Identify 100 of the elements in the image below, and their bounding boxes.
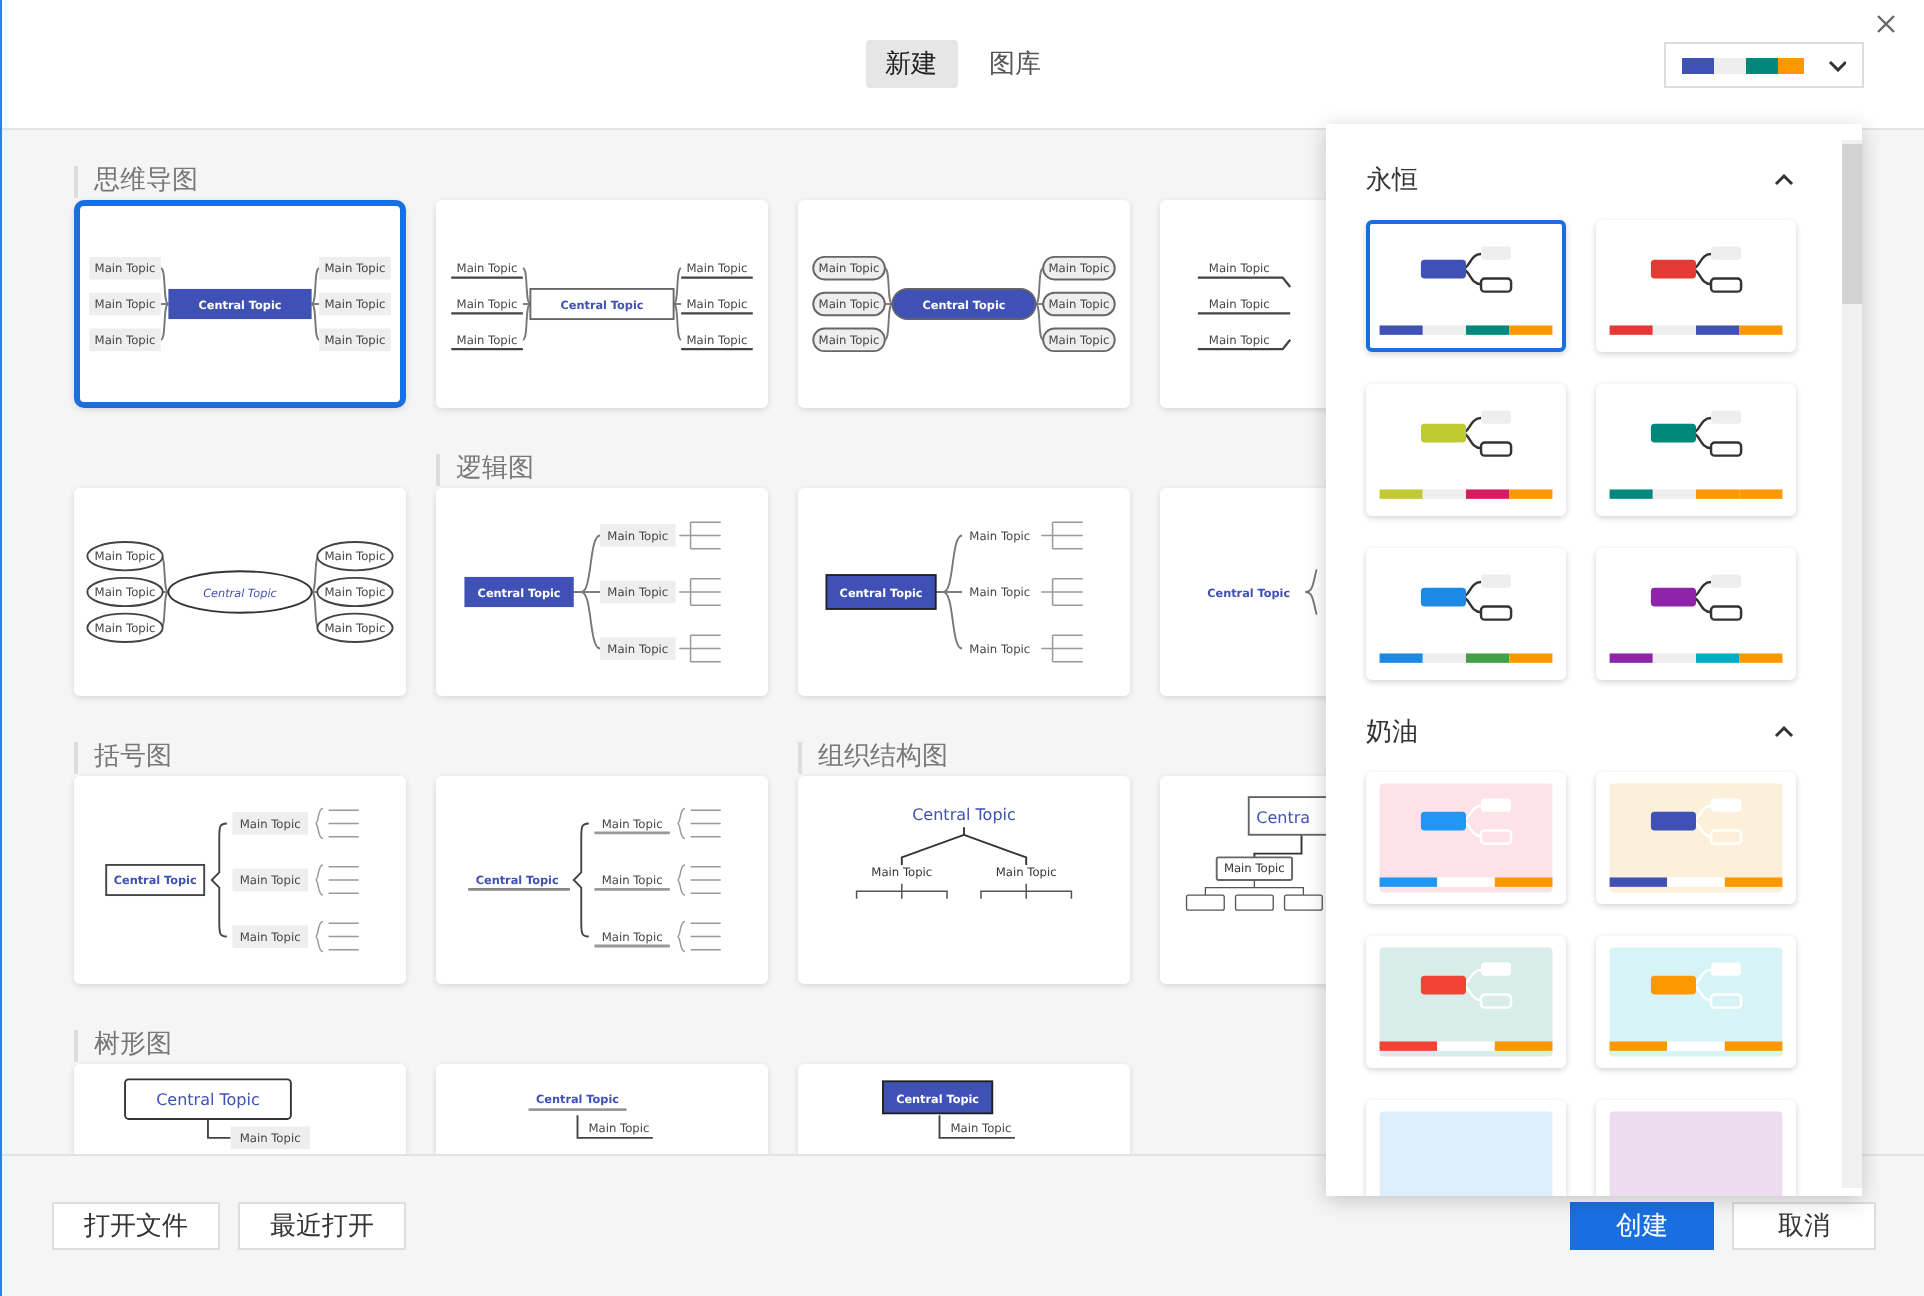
topic-node — [1479, 993, 1513, 1009]
subtopic-drawing — [676, 864, 722, 896]
topic-node — [1709, 441, 1743, 457]
theme-card[interactable] — [1366, 384, 1566, 516]
topic-node — [319, 256, 391, 280]
footer-button[interactable]: 最近打开 — [238, 1202, 406, 1250]
topic-node — [89, 292, 161, 316]
subtopic-drawing — [855, 883, 948, 900]
theme-card[interactable] — [1596, 384, 1796, 516]
chevron-up-icon[interactable] — [1774, 174, 1794, 186]
subtopic-drawing — [676, 807, 722, 840]
topic-underline — [594, 944, 670, 948]
theme-card[interactable] — [1596, 772, 1796, 904]
topic-node — [1042, 327, 1116, 353]
branch-connector — [207, 1118, 232, 1139]
central-underline — [468, 888, 570, 891]
cancel-button[interactable]: 取消 — [1732, 1202, 1876, 1250]
branch-connector — [900, 826, 1028, 866]
central-node — [882, 1080, 994, 1115]
subtopic-drawing — [980, 883, 1073, 900]
branch-line — [1197, 339, 1292, 351]
subtopic-drawing — [676, 920, 722, 953]
topic-node — [1479, 277, 1513, 293]
topic-node — [812, 291, 886, 317]
branch-line — [1197, 312, 1291, 315]
brace-line — [1304, 568, 1318, 616]
subtopic-drawing — [314, 864, 360, 896]
theme-card[interactable] — [1366, 548, 1566, 680]
connector-line — [1691, 252, 1713, 286]
theme-dropdown[interactable] — [1664, 42, 1864, 88]
topic-node — [86, 612, 164, 643]
topic-node — [1711, 410, 1742, 424]
topic-node — [316, 576, 394, 608]
topic-node — [600, 637, 676, 660]
connector-line — [1691, 804, 1713, 838]
footer-button[interactable]: 打开文件 — [52, 1202, 220, 1250]
topic-node — [86, 576, 164, 608]
topic-underline — [681, 312, 753, 315]
central-node — [825, 574, 937, 610]
brace-line — [210, 822, 228, 938]
create-button[interactable]: 创建 — [1570, 1202, 1714, 1250]
topic-node — [1709, 993, 1743, 1009]
topic-node — [1479, 829, 1513, 845]
chevron-up-icon[interactable] — [1774, 726, 1794, 738]
branch-line — [1197, 276, 1292, 288]
close-icon[interactable] — [1876, 14, 1896, 34]
topic-node — [1481, 574, 1512, 588]
group-title: 永恒 — [1366, 164, 1418, 198]
connector-line — [1691, 580, 1713, 614]
topic-node — [1481, 410, 1512, 424]
topic-node — [86, 541, 164, 572]
topic-node — [1042, 255, 1116, 281]
theme-card[interactable] — [1366, 772, 1566, 904]
topic-node — [600, 580, 676, 604]
tab[interactable]: 新建 — [865, 40, 957, 88]
group-title: 奶油 — [1366, 716, 1418, 750]
scrollbar-thumb[interactable] — [1842, 144, 1862, 304]
branch-connector — [1253, 833, 1303, 859]
topic-node — [812, 327, 886, 353]
topic-node — [1711, 246, 1742, 260]
topic-node — [1709, 829, 1743, 845]
subtopic-drawing — [678, 634, 722, 663]
connector-line — [1461, 416, 1483, 450]
theme-card[interactable] — [1366, 220, 1566, 352]
subtopic-drawing — [314, 807, 360, 840]
connector-line — [1461, 580, 1483, 614]
tab[interactable]: 图库 — [969, 40, 1061, 88]
topic-underline — [681, 276, 753, 279]
topic-node — [1042, 291, 1116, 317]
topic-node — [89, 328, 161, 352]
subtopic-drawing — [314, 920, 360, 953]
branch-connector — [576, 1114, 654, 1139]
branch-connector — [938, 1114, 1016, 1139]
topic-underline — [451, 276, 523, 279]
connector-line — [1461, 252, 1483, 286]
topic-node — [1709, 605, 1743, 621]
topic-underline — [451, 312, 523, 315]
topic-node — [316, 612, 394, 643]
subtopic-drawing — [678, 521, 722, 550]
theme-card[interactable] — [1596, 548, 1796, 680]
subtopic-drawing — [678, 578, 722, 606]
subtopic-drawing — [1040, 634, 1084, 663]
central-node — [105, 863, 206, 897]
connector-line — [1461, 804, 1483, 838]
connector-line — [1691, 416, 1713, 450]
topic-node — [316, 541, 394, 572]
topic-node — [319, 328, 391, 352]
subtopic-drawing — [1040, 578, 1084, 606]
topic-node — [812, 255, 886, 281]
topic-underline — [451, 348, 523, 351]
theme-card[interactable] — [1366, 936, 1566, 1068]
central-node — [168, 288, 312, 320]
topic-node — [319, 292, 391, 316]
connector-line — [1461, 968, 1483, 1002]
theme-card[interactable] — [1596, 220, 1796, 352]
connector-line — [1691, 968, 1713, 1002]
topic-node — [1711, 574, 1742, 588]
topic-underline — [594, 831, 670, 835]
subtopic-drawing — [1040, 521, 1084, 550]
topic-node — [1479, 605, 1513, 621]
